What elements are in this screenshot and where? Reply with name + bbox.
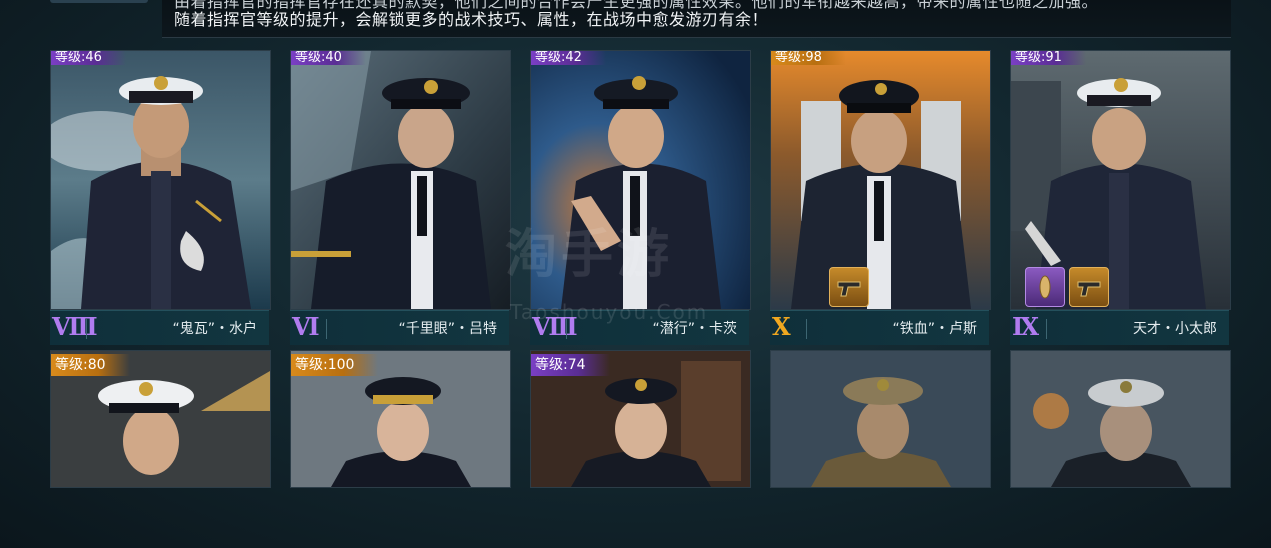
captain-portrait: 等级:46 bbox=[50, 50, 271, 310]
level-badge: 等级:46 bbox=[51, 51, 126, 65]
divider bbox=[86, 319, 87, 339]
name-bar: Ⅹ “铁血”・卢斯 bbox=[770, 310, 989, 345]
captain-portrait: 等级:74 bbox=[530, 350, 751, 488]
top-tab[interactable] bbox=[50, 0, 148, 3]
captain-name: “潜行”・卡茨 bbox=[652, 321, 737, 337]
captain-card[interactable]: 等级:98 Ⅹ “铁血”・卢斯 bbox=[770, 50, 991, 346]
level-badge: 等级:100 bbox=[291, 354, 379, 376]
divider bbox=[806, 319, 807, 339]
level-badge: 等级:40 bbox=[291, 51, 366, 65]
captain-card[interactable] bbox=[1010, 350, 1231, 488]
captain-portrait bbox=[770, 350, 991, 488]
description-panel: 由着指挥官的指挥官存在还真的默契，他们之间的合作会产生更强的属性效果。他们的军衔… bbox=[162, 0, 1231, 38]
divider bbox=[326, 319, 327, 339]
name-bar: Ⅷ “鬼瓦”・水户 bbox=[50, 310, 269, 345]
captain-name: “千里眼”・吕特 bbox=[398, 321, 497, 337]
captain-name: “铁血”・卢斯 bbox=[892, 321, 977, 337]
pistol-icon[interactable] bbox=[1069, 267, 1109, 307]
captain-card[interactable]: 等级:40 Ⅵ “千里眼”・吕特 bbox=[290, 50, 511, 346]
rank-numeral: Ⅷ bbox=[532, 312, 578, 341]
captain-name: “鬼瓦”・水户 bbox=[172, 321, 257, 337]
rank-numeral: Ⅹ bbox=[772, 312, 791, 341]
captain-portrait: 等级:98 bbox=[770, 50, 991, 310]
rank-numeral: Ⅸ bbox=[1012, 312, 1039, 341]
captain-card[interactable]: 等级:42 Ⅷ “潜行”・卡茨 bbox=[530, 50, 751, 346]
captain-name: 天才・小太郎 bbox=[1133, 321, 1217, 337]
captain-portrait bbox=[1010, 350, 1231, 488]
rank-numeral: Ⅵ bbox=[292, 312, 320, 341]
level-badge: 等级:42 bbox=[531, 51, 606, 65]
captain-portrait: 等级:80 bbox=[50, 350, 271, 488]
captain-card[interactable]: 等级:100 bbox=[290, 350, 511, 488]
captain-card[interactable]: 等级:91 Ⅸ 天才・小太郎 bbox=[1010, 50, 1231, 346]
description-line-2: 随着指挥官等级的提升，会解锁更多的战术技巧、属性，在战场中愈发游刃有余！ bbox=[174, 10, 769, 29]
level-badge: 等级:98 bbox=[771, 51, 846, 65]
captain-card[interactable]: 等级:74 bbox=[530, 350, 751, 488]
divider bbox=[1046, 319, 1047, 339]
captain-portrait: 等级:40 bbox=[290, 50, 511, 310]
name-bar: Ⅵ “千里眼”・吕特 bbox=[290, 310, 509, 345]
level-badge: 等级:91 bbox=[1011, 51, 1086, 65]
captain-card[interactable]: 等级:46 Ⅷ “鬼瓦”・水户 bbox=[50, 50, 271, 346]
rank-numeral: Ⅷ bbox=[52, 312, 98, 341]
name-bar: Ⅸ 天才・小太郎 bbox=[1010, 310, 1229, 345]
captain-portrait: 等级:42 bbox=[530, 50, 751, 310]
amulet-icon[interactable] bbox=[1025, 267, 1065, 307]
divider bbox=[566, 319, 567, 339]
captain-portrait: 等级:100 bbox=[290, 350, 511, 488]
captain-card[interactable]: 等级:80 bbox=[50, 350, 271, 488]
captain-portrait: 等级:91 bbox=[1010, 50, 1231, 310]
captain-card[interactable] bbox=[770, 350, 991, 488]
name-bar: Ⅷ “潜行”・卡茨 bbox=[530, 310, 749, 345]
level-badge: 等级:74 bbox=[531, 354, 610, 376]
pistol-icon[interactable] bbox=[829, 267, 869, 307]
level-badge: 等级:80 bbox=[51, 354, 130, 376]
